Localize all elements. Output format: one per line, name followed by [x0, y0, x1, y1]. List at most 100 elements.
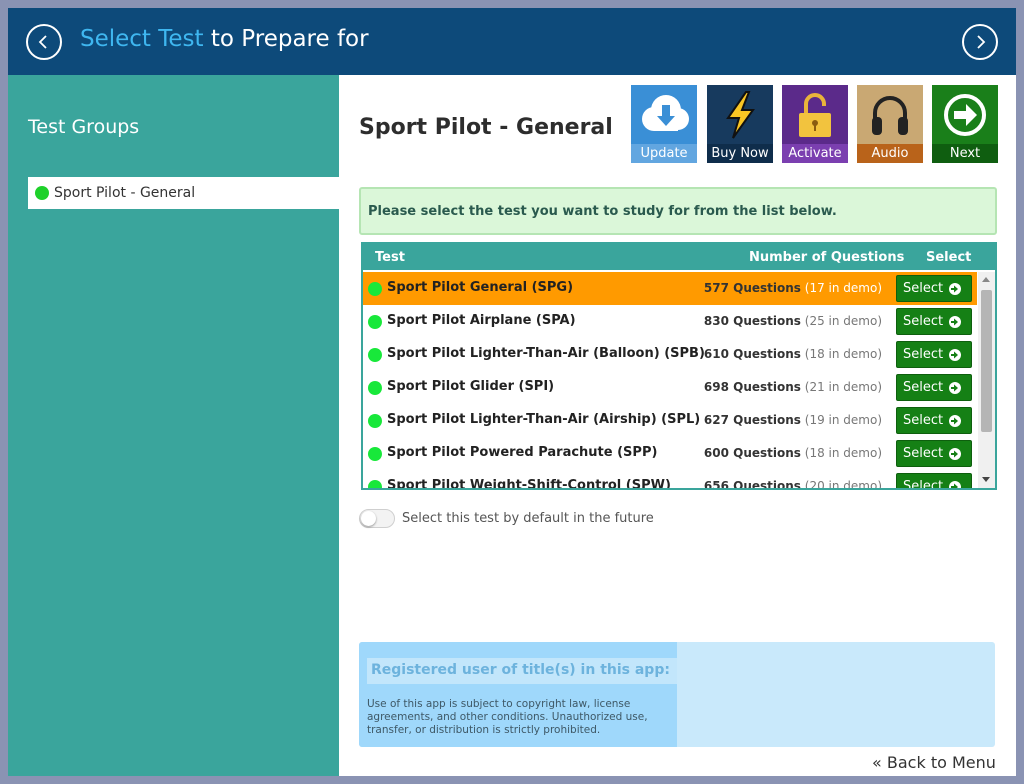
select-button-label: Select: [903, 446, 944, 461]
question-count: 610 Questions (18 in demo): [704, 347, 882, 361]
question-count: 600 Questions (18 in demo): [704, 446, 882, 460]
select-button-label: Select: [903, 479, 944, 488]
activate-button[interactable]: Activate: [782, 85, 848, 163]
arrow-right-circle-icon: [949, 415, 961, 427]
audio-button-label: Audio: [857, 144, 923, 163]
copyright-notice: Use of this app is subject to copyright …: [367, 698, 648, 736]
column-header-test: Test: [375, 250, 405, 265]
select-button[interactable]: Select: [896, 473, 972, 488]
select-button[interactable]: Select: [896, 341, 972, 368]
header-bar: Select Test to Prepare for: [8, 8, 1016, 75]
headphones-icon: [872, 96, 908, 135]
audio-button[interactable]: Audio: [857, 85, 923, 163]
status-dot-icon: [368, 480, 382, 488]
test-name: Sport Pilot Airplane (SPA): [387, 313, 576, 328]
arrow-right-circle-icon: [944, 94, 986, 136]
status-dot-icon: [35, 186, 49, 200]
scrollbar-thumb[interactable]: [981, 290, 992, 432]
select-button-label: Select: [903, 314, 944, 329]
select-button[interactable]: Select: [896, 308, 972, 335]
demo-count: (21 in demo): [804, 380, 882, 394]
instruction-banner: Please select the test you want to study…: [359, 187, 997, 235]
sidebar: Test Groups Sport Pilot - General: [8, 75, 339, 776]
select-button-label: Select: [903, 413, 944, 428]
arrow-right-circle-icon: [949, 448, 961, 460]
buy-now-button[interactable]: Buy Now: [707, 85, 773, 163]
status-dot-icon: [368, 282, 382, 296]
back-button[interactable]: [26, 24, 62, 60]
select-button-label: Select: [903, 281, 944, 296]
padlock-icon: [799, 93, 831, 137]
scroll-down-arrow-icon[interactable]: [982, 477, 990, 482]
page-title-rest: to Prepare for: [203, 26, 369, 52]
select-button[interactable]: Select: [896, 407, 972, 434]
status-dot-icon: [368, 348, 382, 362]
table-row[interactable]: Sport Pilot Weight-Shift-Control (SPW) 6…: [363, 470, 977, 488]
select-button-label: Select: [903, 380, 944, 395]
question-total: 698 Questions: [703, 380, 801, 394]
back-to-menu-label: Back to Menu: [886, 753, 996, 772]
test-table: Test Number of Questions Select Sport Pi…: [361, 242, 997, 490]
double-chevron-left-icon: «: [872, 753, 882, 772]
registration-title-bar: Registered user of title(s) in this app:: [367, 658, 677, 684]
demo-count: (19 in demo): [804, 413, 882, 427]
status-dot-icon: [368, 381, 382, 395]
question-total: 600 Questions: [703, 446, 801, 460]
back-to-menu-link[interactable]: « Back to Menu: [872, 753, 996, 772]
status-dot-icon: [368, 447, 382, 461]
question-total: 577 Questions: [703, 281, 801, 295]
demo-count: (25 in demo): [804, 314, 882, 328]
table-row[interactable]: Sport Pilot Glider (SPI) 698 Questions (…: [363, 371, 977, 404]
table-row[interactable]: Sport Pilot Lighter-Than-Air (Balloon) (…: [363, 338, 977, 371]
question-count: 627 Questions (19 in demo): [704, 413, 882, 427]
test-name: Sport Pilot Lighter-Than-Air (Balloon) (…: [387, 346, 705, 361]
test-name: Sport Pilot Glider (SPI): [387, 379, 555, 394]
sidebar-item-label: Sport Pilot - General: [54, 185, 196, 201]
chevron-right-circle-icon: [977, 35, 986, 49]
question-count: 656 Questions (20 in demo): [704, 479, 882, 488]
sidebar-item-sport-pilot-general[interactable]: Sport Pilot - General: [28, 177, 339, 209]
test-group-title: Sport Pilot - General: [359, 115, 613, 140]
demo-count: (17 in demo): [804, 281, 882, 295]
registration-info: Registered user of title(s) in this app:…: [359, 642, 677, 747]
chevron-left-circle-icon: [38, 35, 47, 49]
instruction-text: Please select the test you want to study…: [368, 204, 837, 219]
registration-title: Registered user of title(s) in this app:: [371, 662, 670, 678]
default-test-toggle[interactable]: [359, 509, 395, 528]
cloud-download-icon: [642, 95, 689, 131]
table-row[interactable]: Sport Pilot General (SPG) 577 Questions …: [363, 272, 977, 305]
select-button[interactable]: Select: [896, 374, 972, 401]
toggle-knob: [361, 511, 376, 526]
arrow-right-circle-icon: [949, 382, 961, 394]
next-button[interactable]: Next: [932, 85, 998, 163]
test-name: Sport Pilot Weight-Shift-Control (SPW): [387, 478, 671, 488]
table-row[interactable]: Sport Pilot Airplane (SPA) 830 Questions…: [363, 305, 977, 338]
app-window: Select Test to Prepare for Test Groups S…: [8, 8, 1016, 776]
table-row[interactable]: Sport Pilot Powered Parachute (SPP) 600 …: [363, 437, 977, 470]
activate-button-label: Activate: [782, 144, 848, 163]
test-name: Sport Pilot Lighter-Than-Air (Airship) (…: [387, 412, 701, 427]
table-row[interactable]: Sport Pilot Lighter-Than-Air (Airship) (…: [363, 404, 977, 437]
test-name: Sport Pilot General (SPG): [387, 280, 574, 295]
question-count: 577 Questions (17 in demo): [704, 281, 882, 295]
select-button[interactable]: Select: [896, 440, 972, 467]
scroll-up-arrow-icon[interactable]: [982, 277, 990, 282]
forward-button[interactable]: [962, 24, 998, 60]
demo-count: (20 in demo): [804, 479, 882, 488]
arrow-right-circle-icon: [949, 349, 961, 361]
demo-count: (18 in demo): [804, 347, 882, 361]
registration-panel: Registered user of title(s) in this app:…: [359, 642, 995, 747]
table-scrollbar[interactable]: [978, 272, 995, 488]
update-button[interactable]: Update: [631, 85, 697, 163]
main-panel: Sport Pilot - General Update Buy Now Act…: [339, 75, 1016, 776]
next-button-label: Next: [932, 144, 998, 163]
question-count: 698 Questions (21 in demo): [704, 380, 882, 394]
question-total: 830 Questions: [703, 314, 801, 328]
default-test-toggle-label: Select this test by default in the futur…: [402, 511, 654, 526]
page-title-highlight: Select Test: [80, 26, 204, 52]
select-button[interactable]: Select: [896, 275, 972, 302]
column-header-select: Select: [926, 250, 972, 265]
arrow-right-circle-icon: [949, 283, 961, 295]
test-name: Sport Pilot Powered Parachute (SPP): [387, 445, 658, 460]
buy-now-button-label: Buy Now: [707, 144, 773, 163]
